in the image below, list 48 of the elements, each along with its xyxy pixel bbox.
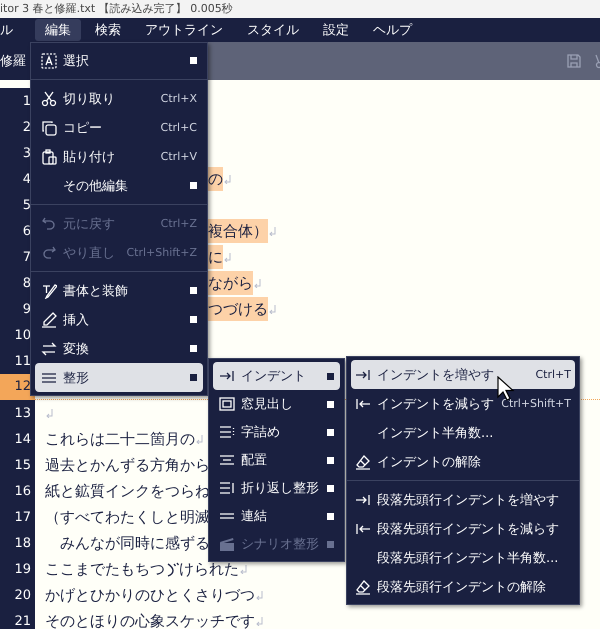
menu-item[interactable]: 変換 (35, 334, 203, 363)
menu-item[interactable]: スタイル (237, 19, 309, 41)
line-number: 14 (0, 426, 35, 452)
text-line: これらは二十二箇月の (45, 429, 195, 450)
text-line: かげとひかりのひとくさりづつ (45, 585, 255, 606)
menu-item[interactable]: 整形 (35, 363, 203, 392)
menu-item[interactable]: インデントを減らす Ctrl+Shift+T (351, 389, 575, 418)
line-number: 13 (0, 400, 35, 426)
line-number: 20 (0, 582, 35, 608)
menu-item[interactable]: ル (0, 19, 23, 41)
menu-item[interactable]: その他編集 (35, 171, 203, 200)
text-line: けられた (179, 559, 239, 580)
menu-item[interactable]: インデントを増やす Ctrl+T (351, 360, 575, 389)
menu-item[interactable]: 切り取り Ctrl+X (35, 84, 203, 113)
menu-item[interactable]: 段落先頭行インデント半角数... (351, 543, 575, 572)
menu-item[interactable]: 段落先頭行インデントを減らす (351, 514, 575, 543)
text-line: そのとほりの心象スケッチです (45, 611, 255, 629)
menu-item[interactable]: 挿入 (35, 305, 203, 334)
menu-item[interactable]: 段落先頭行インデントの解除 (351, 572, 575, 601)
menu-item[interactable]: 連結 (213, 502, 340, 530)
line-number: 16 (0, 478, 35, 504)
text-line: 過去とかんずる方角から (45, 455, 210, 476)
menu-item[interactable]: 貼り付け Ctrl+V (35, 142, 203, 171)
menu-item[interactable]: 配置 (213, 446, 340, 474)
text-line: ここまでたもちつ (45, 559, 165, 580)
menu-item[interactable]: 検索 (85, 19, 131, 41)
window-title: itor 3 春と修羅.txt 【読み込み完了】 0.005秒 (0, 1, 233, 17)
document-tab[interactable]: 修羅 (0, 42, 31, 80)
menu-item[interactable]: 書体と装飾 (35, 276, 203, 305)
menu-item[interactable]: アウトライン (135, 19, 233, 41)
menu-item[interactable]: 窓見出し (213, 390, 340, 418)
menu-item[interactable]: 設定 (313, 19, 359, 41)
menu-item[interactable]: インデントの解除 (351, 447, 575, 476)
menu-item[interactable]: 折り返し整形 (213, 474, 340, 502)
menu-item[interactable]: 段落先頭行インデントを増やす (351, 485, 575, 514)
menu-item[interactable]: インデント半角数... (351, 418, 575, 447)
line-number: 21 (0, 608, 35, 629)
menu-item[interactable]: コピー Ctrl+C (35, 113, 203, 142)
menu-item[interactable]: 選択 (35, 46, 203, 75)
line-number: 18 (0, 530, 35, 556)
line-number: 17 (0, 504, 35, 530)
menu-item[interactable]: インデント (213, 362, 340, 390)
line-number: 19 (0, 556, 35, 582)
menu-item[interactable]: 字詰め (213, 418, 340, 446)
menu-item[interactable]: ヘルプ (363, 19, 422, 41)
line-number: 15 (0, 452, 35, 478)
menu-item[interactable]: 編集 (35, 19, 81, 41)
text-line: みんなが同時に感ずる (59, 533, 210, 554)
